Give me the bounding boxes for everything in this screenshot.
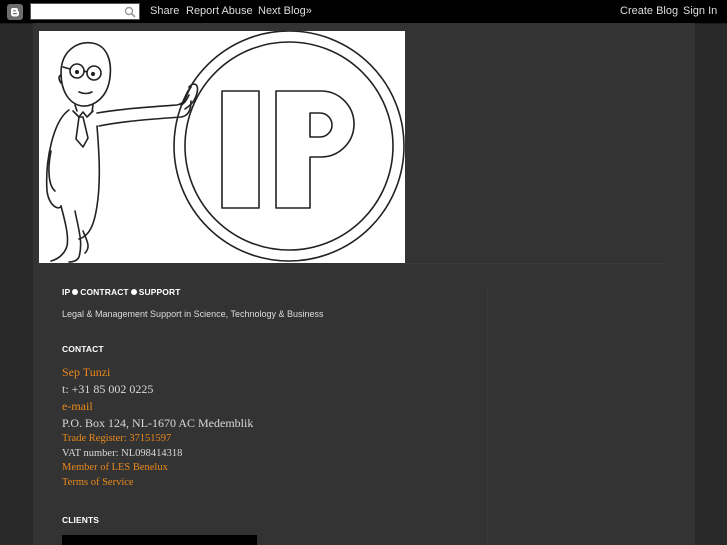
contact-email-link[interactable]: e-mail bbox=[62, 399, 93, 414]
blogger-logo-icon[interactable] bbox=[7, 4, 23, 20]
contact-name-link[interactable]: Sep Tunzi bbox=[62, 365, 110, 380]
search-input[interactable] bbox=[30, 3, 140, 20]
navbar: Share Report Abuse Next Blog» Create Blo… bbox=[0, 0, 727, 24]
blog-title-part-support: SUPPORT bbox=[138, 287, 181, 297]
vat-number: VAT number: NL098414318 bbox=[62, 448, 183, 459]
contact-phone: t: +31 85 002 0225 bbox=[62, 382, 154, 396]
blog-title-part-ip: IP bbox=[62, 287, 71, 297]
share-link[interactable]: Share bbox=[150, 5, 179, 17]
bullet-dot-icon bbox=[130, 288, 137, 295]
clients-heading: CLIENTS bbox=[62, 515, 100, 525]
blog-tagline: Legal & Management Support in Science, T… bbox=[62, 309, 324, 319]
trade-register-link[interactable]: Trade Register: 37151597 bbox=[62, 433, 171, 444]
header-divider bbox=[405, 263, 663, 264]
les-benelux-link[interactable]: Member of LES Benelux bbox=[62, 462, 168, 473]
column-divider bbox=[487, 290, 488, 545]
header-image[interactable] bbox=[39, 31, 405, 263]
blog-title-part-contract: CONTRACT bbox=[80, 287, 129, 297]
contact-address: P.O. Box 124, NL-1670 AC Medemblik bbox=[62, 416, 254, 430]
search-icon[interactable] bbox=[124, 5, 136, 23]
blog-title: IP CONTRACT SUPPORT bbox=[62, 287, 181, 297]
contact-heading: CONTACT bbox=[62, 344, 104, 354]
report-abuse-link[interactable]: Report Abuse bbox=[186, 5, 253, 17]
clients-image[interactable] bbox=[62, 535, 257, 545]
next-blog-link[interactable]: Next Blog» bbox=[258, 5, 312, 17]
create-blog-link[interactable]: Create Blog bbox=[620, 5, 678, 17]
sign-in-link[interactable]: Sign In bbox=[683, 5, 717, 17]
bullet-dot-icon bbox=[72, 288, 79, 295]
terms-of-service-link[interactable]: Terms of Service bbox=[62, 477, 134, 488]
